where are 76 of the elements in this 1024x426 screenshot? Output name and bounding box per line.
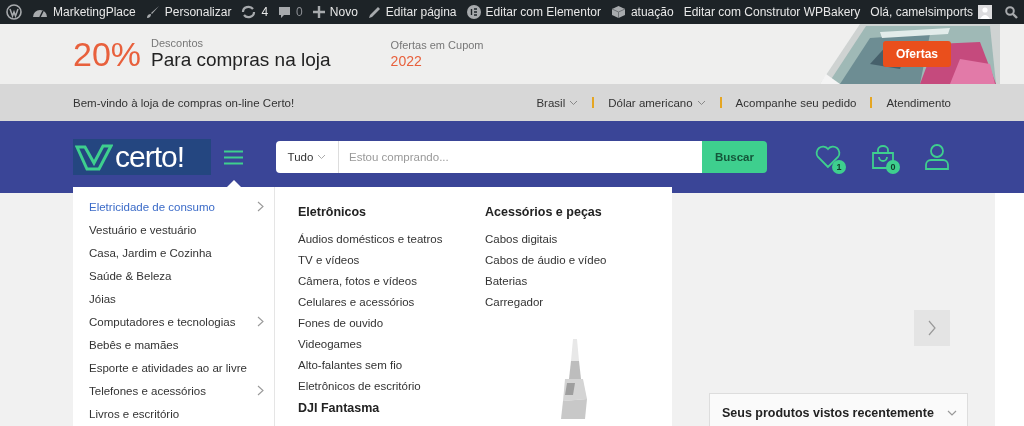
category-item[interactable]: Esporte e atividades ao ar livre [73, 356, 274, 379]
chevron-right-icon [257, 316, 264, 327]
search-field[interactable]: Estou comprando... [339, 141, 702, 173]
submenu-link[interactable]: Eletrônicos de escritório [298, 375, 485, 396]
plus-icon [312, 6, 325, 18]
topbar-link[interactable]: Acompanhe seu pedido [735, 96, 857, 109]
submenu-heading[interactable]: Eletrônicos [298, 205, 485, 219]
pencil-icon [367, 5, 381, 19]
submenu-link[interactable]: TV e vídeos [298, 249, 485, 270]
admin-bar-link[interactable]: Novo [329, 5, 358, 19]
admin-bar-link[interactable]: Editar página [385, 5, 457, 19]
admin-bar-link[interactable]: MarketingPlace [53, 5, 136, 19]
refresh-icon [241, 5, 257, 19]
category-item[interactable]: Vestuário e vestuário [73, 218, 274, 241]
checkmark-logo-icon [75, 143, 113, 171]
submenu-link[interactable]: Celulares e acessórios [298, 291, 485, 312]
admin-bar-link[interactable]: Editar com Construtor WPBakery [683, 5, 861, 19]
chevron-down-icon [569, 99, 579, 106]
submenu-link[interactable]: Câmera, fotos e vídeos [298, 270, 485, 291]
submenu-link[interactable]: Cabos digitais [485, 228, 672, 249]
coupon-year: 2022 [390, 53, 423, 69]
admin-bar-link[interactable]: Personalizar [164, 5, 232, 19]
discount-caption: Descontos [151, 37, 205, 49]
submenu-link[interactable]: Carregador [485, 291, 672, 312]
wishlist-count: 1 [832, 160, 846, 174]
admin-bar-link[interactable]: atuação [630, 5, 674, 19]
cube-icon [610, 5, 626, 19]
admin-bar-link[interactable]: 0 [296, 5, 303, 19]
search-button[interactable]: Buscar [702, 141, 767, 173]
submenu-link[interactable]: Baterias [485, 270, 672, 291]
wordpress-logo-icon[interactable] [6, 4, 22, 20]
chevron-down-icon [696, 99, 706, 106]
welcome-text: Bem-vindo à loja de compras on-line Certo! [73, 96, 295, 109]
avatar-icon[interactable] [978, 5, 993, 19]
submenu-link[interactable]: Áudios domésticos e teatros [298, 228, 485, 249]
submenu-heading[interactable]: Acessórios e peças [485, 205, 672, 219]
greeting-link[interactable]: Olá, camelsimports [870, 5, 974, 19]
cart-count: 0 [886, 160, 900, 174]
search-icon[interactable] [1005, 5, 1019, 19]
brush-icon [145, 5, 160, 19]
category-item[interactable]: Casa, Jardim e Cozinha [73, 241, 274, 264]
logo[interactable]: certo! [73, 139, 211, 175]
discount-percent: 20% [73, 34, 142, 74]
offers-button[interactable]: Ofertas [882, 41, 951, 67]
admin-bar-link[interactable]: Editar com Elementor [485, 5, 601, 19]
shopping-bag-icon[interactable] [871, 145, 895, 169]
category-item[interactable]: Livros e escritório [73, 402, 274, 425]
submenu-heading[interactable]: DJI Fantasma [298, 401, 485, 415]
coupon-label: Ofertas em Cupom [390, 39, 484, 51]
category-item[interactable]: Telefones e acessórios [73, 379, 274, 402]
submenu-link[interactable]: Alto-falantes sem fio [298, 354, 485, 375]
category-item[interactable]: Bebês e mamães [73, 333, 274, 356]
menu-icon[interactable] [224, 149, 243, 165]
user-icon[interactable] [925, 144, 949, 170]
heart-icon[interactable] [815, 145, 841, 169]
admin-bar-link[interactable]: 4 [261, 5, 269, 19]
chevron-right-icon [257, 201, 264, 212]
category-item[interactable]: Computadores e tecnologias [73, 310, 274, 333]
chevron-down-icon [947, 410, 957, 416]
comment-icon [278, 5, 292, 19]
category-item[interactable]: Saúde & Beleza [73, 264, 274, 287]
submenu-link[interactable]: Fones de ouvido [298, 312, 485, 333]
category-item[interactable]: Jóias [73, 287, 274, 310]
promo-headline: Para compras na loja [151, 49, 331, 71]
submenu-link[interactable]: Videogames [298, 333, 485, 354]
topbar-link[interactable]: Dólar americano [608, 96, 706, 109]
recently-viewed-toggle[interactable]: Seus produtos vistos recentemente [709, 393, 968, 426]
submenu-link[interactable]: Cabos de áudio e vídeo [485, 249, 672, 270]
elementor-icon [466, 5, 481, 19]
chevron-right-icon [927, 320, 937, 336]
topbar-link[interactable]: Atendimento [886, 96, 951, 109]
chevron-right-icon [257, 385, 264, 396]
topbar-link[interactable]: Brasil [536, 96, 579, 109]
chevron-down-icon [317, 154, 327, 160]
category-select[interactable]: Tudo [276, 141, 339, 173]
category-item[interactable]: Eletricidade de consumo [73, 195, 274, 218]
